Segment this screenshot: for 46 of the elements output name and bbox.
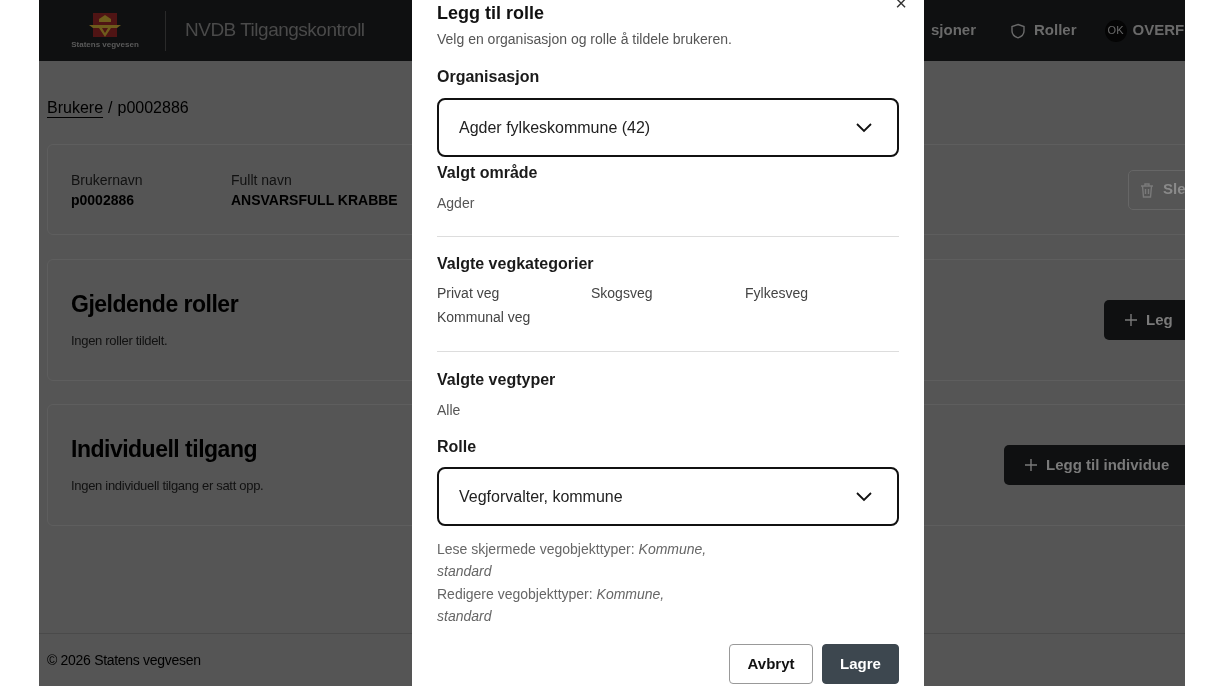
add-button[interactable]: Legg til individue <box>1004 445 1185 485</box>
section-label: Valgt område <box>437 163 539 183</box>
field-label: Brukernavn <box>71 170 144 190</box>
breadcrumb-separator: / <box>108 98 113 118</box>
permission-text: Lese skjermede vegobjekttyper: Kommune, standard <box>437 540 707 581</box>
plus-icon <box>1024 458 1038 472</box>
section-title: Individuell tilgang <box>71 435 258 465</box>
logo-text: Statens vegvesen <box>71 40 139 49</box>
field-label: Fullt navn <box>231 170 293 190</box>
cancel-button[interactable]: Avbryt <box>729 644 813 684</box>
category-item: Skogsveg <box>591 284 654 302</box>
field-value: p0002886 <box>71 190 136 210</box>
breadcrumb-link[interactable]: Brukere <box>47 96 104 120</box>
chevron-down-icon <box>856 491 872 502</box>
trash-icon <box>1139 181 1155 198</box>
section-label: Valgte vegkategorier <box>437 254 595 274</box>
section-label: Valgte vegtyper <box>437 370 557 390</box>
section-label: Organisasjon <box>437 67 541 87</box>
field-value: Agder <box>437 194 476 212</box>
shield-icon <box>1010 22 1026 39</box>
field-value: Alle <box>437 401 462 419</box>
section-title: Gjeldende roller <box>71 290 239 320</box>
nav-link[interactable]: Roller <box>1010 19 1077 42</box>
footer-text: © 2026 Statens vegvesen <box>47 650 201 670</box>
field-value: ANSVARSFULL KRABBE <box>231 190 398 210</box>
select-field[interactable]: Agder fylkeskommune (42) <box>437 98 899 157</box>
user-name[interactable]: OVERF <box>1132 19 1185 42</box>
app-title: NVDB Tilgangskontroll <box>185 18 365 43</box>
select-field[interactable]: Vegforvalter, kommune <box>437 467 899 526</box>
empty-text: Ingen roller tildelt. <box>71 332 169 351</box>
dialog-subtitle: Velg en organisasjon og rolle å tildele brukeren. <box>437 30 733 48</box>
category-item: Privat veg <box>437 284 501 302</box>
category-item: Kommunal veg <box>437 308 532 326</box>
breadcrumb-current: p0002886 <box>117 98 189 118</box>
save-button[interactable]: Lagre <box>822 644 899 684</box>
chevron-down-icon <box>856 122 872 133</box>
logo-emblem-icon <box>89 12 121 39</box>
dialog-title: Legg til rolle <box>437 2 545 24</box>
plus-icon <box>1124 313 1138 327</box>
user-avatar: OK <box>1104 19 1127 42</box>
category-item: Fylkesveg <box>745 284 810 302</box>
empty-text: Ingen individuell tilgang er satt opp. <box>71 477 264 496</box>
nav-link[interactable]: sjoner <box>931 19 976 42</box>
section-label: Rolle <box>437 437 478 457</box>
permission-text: Redigere vegobjekttyper: Kommune, standard <box>437 585 666 626</box>
add-button[interactable]: Leg <box>1104 300 1185 340</box>
